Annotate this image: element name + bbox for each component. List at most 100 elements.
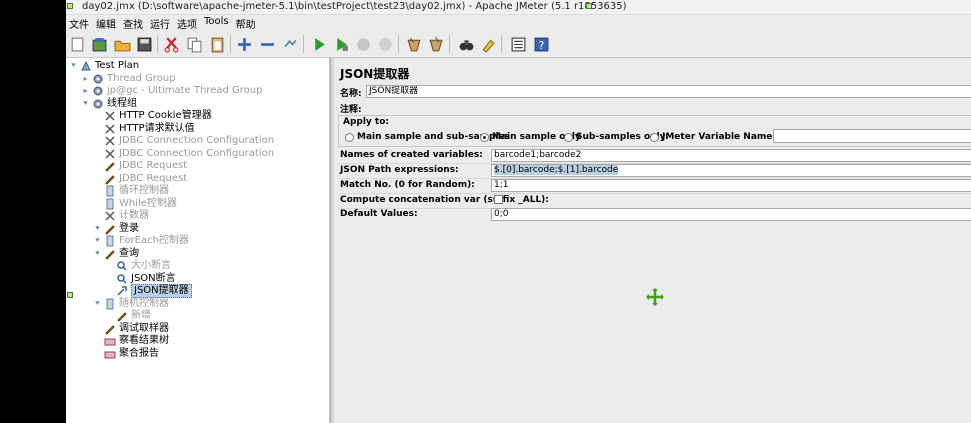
tree-node[interactable]: 察看结果树 xyxy=(104,335,169,347)
tree-node[interactable]: 循环控制器 xyxy=(104,185,169,197)
shutdown-icon[interactable] xyxy=(375,34,395,54)
tree-node[interactable]: 线程组 xyxy=(92,98,137,110)
json-path-field[interactable]: $.[0].barcode;$.[1].barcode xyxy=(491,164,971,177)
reset-search-icon[interactable] xyxy=(478,34,498,54)
tree-node[interactable]: JSON提取器 xyxy=(116,284,192,298)
open-icon[interactable] xyxy=(112,34,132,54)
stop-icon[interactable] xyxy=(353,34,373,54)
apply-to-group: Apply to: Main sample and sub-samples Ma… xyxy=(338,115,971,147)
function-helper-icon[interactable] xyxy=(508,34,528,54)
clear-icon[interactable] xyxy=(403,34,423,54)
sampler-icon xyxy=(104,160,116,172)
menu-help[interactable]: 帮助 xyxy=(233,15,256,31)
move-cursor-icon xyxy=(646,288,664,306)
tree-node[interactable]: JDBC Request xyxy=(104,160,187,172)
tree-node[interactable]: jp@gc - Ultimate Thread Group xyxy=(92,85,262,97)
config-icon xyxy=(104,210,116,222)
tree-expand-toggle[interactable]: ▸ xyxy=(81,86,90,95)
tree-expand-toggle[interactable]: ⯆ xyxy=(93,299,102,308)
tree-expand-toggle[interactable]: ⯆ xyxy=(81,99,90,108)
resize-handle[interactable] xyxy=(586,3,592,9)
menu-file[interactable]: 文件 xyxy=(66,15,89,31)
controller-icon xyxy=(104,198,116,210)
tree-node[interactable]: 登录 xyxy=(104,223,139,235)
start-icon[interactable] xyxy=(309,34,329,54)
resize-handle[interactable] xyxy=(67,292,73,298)
json-extractor-panel: JSON提取器 名称: JSON提取器 注释: Apply to: Main s… xyxy=(334,58,971,423)
tree-node-label: JSON提取器 xyxy=(131,284,192,298)
cut-icon[interactable] xyxy=(161,34,181,54)
tree-expand-toggle[interactable]: ⯆ xyxy=(93,224,102,233)
comment-field[interactable] xyxy=(366,101,971,114)
new-icon[interactable] xyxy=(67,34,87,54)
tree-node[interactable]: Test Plan xyxy=(80,60,139,72)
clear-all-icon[interactable] xyxy=(425,34,445,54)
paste-icon[interactable] xyxy=(207,34,227,54)
resize-handle[interactable] xyxy=(67,3,73,9)
tree-node[interactable]: ForEach控制器 xyxy=(104,235,189,247)
jmeter-window: day02.jmx (D:\software\apache-jmeter-5.1… xyxy=(66,0,971,423)
menu-options[interactable]: 选项 xyxy=(174,15,197,31)
save-icon[interactable] xyxy=(134,34,154,54)
tree-node[interactable]: JDBC Request xyxy=(104,173,187,185)
tree-node-label: 随机控制器 xyxy=(119,297,169,309)
tree-node-label: 聚合报告 xyxy=(119,347,159,359)
search-icon[interactable] xyxy=(456,34,476,54)
names-field[interactable]: barcode1;barcode2 xyxy=(491,149,971,162)
config-icon xyxy=(104,110,116,122)
controller-icon xyxy=(104,298,116,310)
json-path-label: JSON Path expressions: xyxy=(340,165,459,175)
menu-search[interactable]: 查找 xyxy=(120,15,143,31)
concatenation-checkbox[interactable] xyxy=(494,195,503,204)
expand-icon[interactable] xyxy=(234,34,254,54)
tree-node[interactable]: 新增 xyxy=(116,310,151,322)
tree-node[interactable]: JDBC Connection Configuration xyxy=(104,148,274,160)
name-field[interactable]: JSON提取器 xyxy=(366,85,971,98)
tree-expand-toggle[interactable]: ⯆ xyxy=(69,61,78,70)
sampler-icon xyxy=(104,223,116,235)
tree-node[interactable]: 计数器 xyxy=(104,210,149,222)
tree-node-label: 线程组 xyxy=(107,97,137,109)
tree-expand-toggle[interactable]: ⯆ xyxy=(93,249,102,258)
assertion-icon xyxy=(116,273,128,285)
tree-node-label: 新增 xyxy=(131,310,151,321)
tree-node[interactable]: JSON断言 xyxy=(116,273,176,285)
menu-tools[interactable]: Tools xyxy=(201,15,229,30)
tree-node-label: 察看结果树 xyxy=(119,335,169,346)
tree-node-label: JSON断言 xyxy=(131,272,176,284)
tree-node[interactable]: 查询 xyxy=(104,248,139,260)
tree-node[interactable]: 大小断言 xyxy=(116,260,171,272)
tree-node-label: 循环控制器 xyxy=(119,185,169,196)
start-no-pause-icon[interactable] xyxy=(331,34,351,54)
help-icon[interactable]: ? xyxy=(531,34,551,54)
tree-expand-toggle[interactable]: ⯆ xyxy=(93,236,102,245)
toolbar: ? xyxy=(66,30,971,87)
collapse-icon[interactable] xyxy=(257,34,277,54)
tree-node[interactable]: 随机控制器 xyxy=(104,298,169,310)
match-no-label: Match No. (0 for Random): xyxy=(340,180,475,190)
tree-node[interactable]: While控制器 xyxy=(104,198,177,210)
copy-icon[interactable] xyxy=(184,34,204,54)
listener-icon xyxy=(104,348,116,360)
tree-node-label: Thread Group xyxy=(107,72,176,84)
tree-node[interactable]: Thread Group xyxy=(92,73,176,85)
match-no-field[interactable]: 1;1 xyxy=(491,179,971,192)
extractor-icon xyxy=(116,285,128,297)
tree-node[interactable]: 聚合报告 xyxy=(104,348,159,360)
tree-node[interactable]: 调试取样器 xyxy=(104,323,169,335)
toggle-icon[interactable] xyxy=(280,34,300,54)
tree-expand-toggle[interactable]: ▸ xyxy=(81,74,90,83)
tree-node[interactable]: HTTP Cookie管理器 xyxy=(104,110,212,122)
title-bar: day02.jmx (D:\software\apache-jmeter-5.1… xyxy=(66,0,971,15)
test-plan-icon xyxy=(80,60,92,72)
jmeter-variable-field[interactable] xyxy=(773,129,971,143)
default-values-field[interactable]: 0;0 xyxy=(491,208,971,221)
menu-edit[interactable]: 编辑 xyxy=(93,15,116,31)
tree-node[interactable]: HTTP请求默认值 xyxy=(104,123,195,135)
panel-title: JSON提取器 xyxy=(340,67,410,81)
menu-run[interactable]: 运行 xyxy=(147,15,170,31)
templates-icon[interactable] xyxy=(89,34,109,54)
tree-node-label: JDBC Request xyxy=(119,172,188,184)
controller-icon xyxy=(104,185,116,197)
tree-node[interactable]: JDBC Connection Configuration xyxy=(104,135,274,147)
